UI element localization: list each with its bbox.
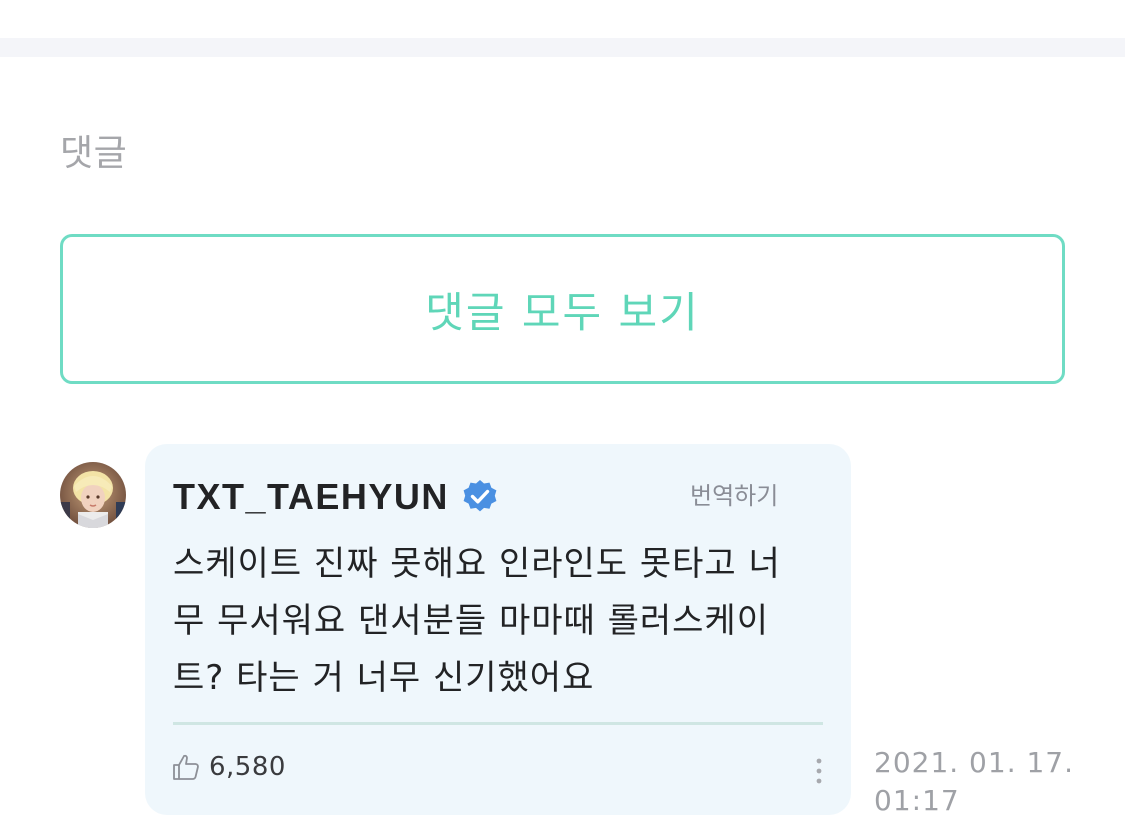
comments-section-title: 댓글 [60, 133, 128, 174]
comment-body: 스케이트 진짜 못해요 인라인도 못타고 너무 무서워요 댄서분들 마마때 롤러… [173, 544, 781, 698]
translate-button[interactable]: 번역하기 [690, 476, 778, 511]
profile-avatar-image [60, 462, 126, 528]
more-vertical-icon[interactable] [812, 756, 826, 786]
verified-badge-icon [461, 478, 499, 516]
comment-timestamp: 2021. 01. 17. 01:17 [874, 746, 1075, 817]
comment-bubble: TXT_TAEHYUN 번역하기 스케이트 진짜 못해요 인라인도 못타고 너무… [145, 444, 851, 815]
comment-divider [173, 722, 823, 725]
comment-author-row: TXT_TAEHYUN [173, 474, 499, 520]
view-all-comments-label: 댓글 모두 보기 [425, 287, 700, 337]
thumbs-up-icon [171, 752, 201, 782]
comment-author-name[interactable]: TXT_TAEHYUN [173, 476, 449, 518]
comments-page: 댓글 댓글 모두 보기 TXT_TAEHYUN 번역하기 스케이트 진짜 못해요… [0, 0, 1125, 839]
avatar[interactable] [60, 462, 126, 528]
section-divider [0, 38, 1125, 57]
like-count: 6,580 [209, 752, 286, 782]
like-button[interactable]: 6,580 [171, 750, 286, 784]
view-all-comments-button[interactable]: 댓글 모두 보기 [60, 234, 1065, 384]
